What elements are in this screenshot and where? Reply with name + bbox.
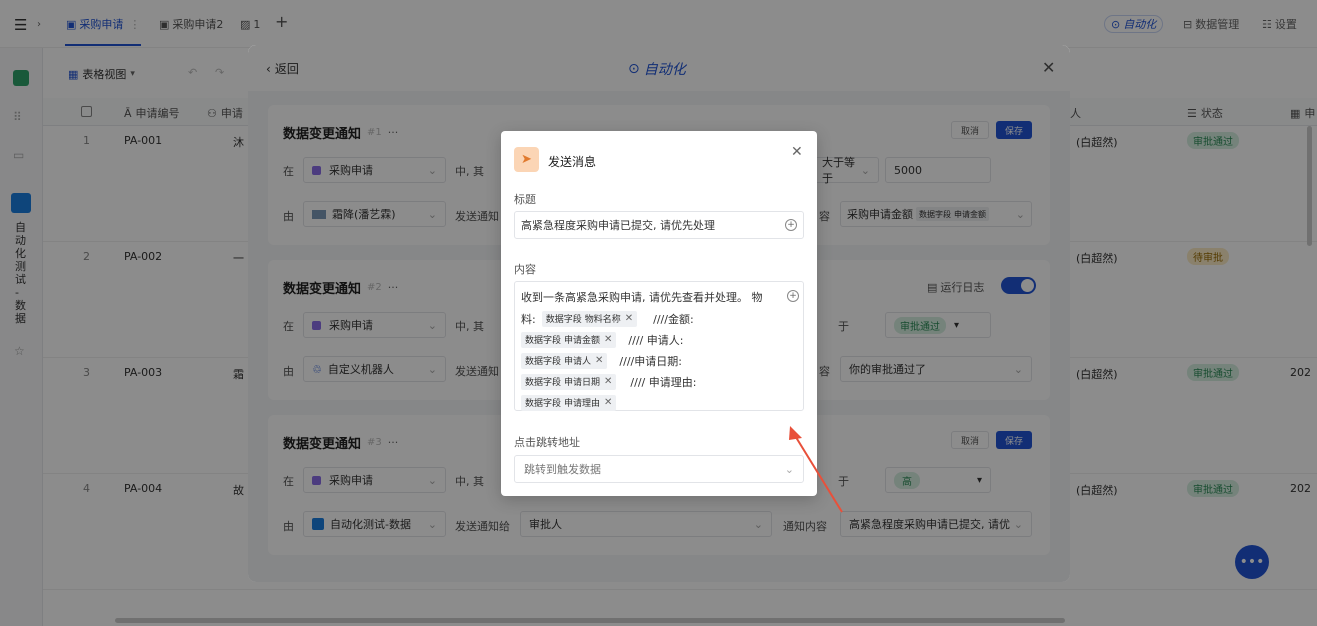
field-chip[interactable]: 数据字段 申请金额 ✕ xyxy=(521,331,617,348)
content-line: 数据字段 申请金额 ✕ //// 申请人: xyxy=(521,329,797,350)
remove-icon[interactable]: ✕ xyxy=(604,334,612,345)
add-field-icon[interactable]: + xyxy=(785,219,797,231)
remove-icon[interactable]: ✕ xyxy=(595,355,603,366)
content-line: 数据字段 申请人 ✕ ////申请日期: xyxy=(521,350,797,371)
subject-input[interactable]: 高紧急程度采购申请已提交, 请优先处理 + xyxy=(514,211,804,239)
content-line: 料: 数据字段 物料名称 ✕ ////金额: xyxy=(521,310,694,327)
add-field-icon[interactable]: + xyxy=(787,290,799,302)
arrow-head xyxy=(789,426,802,440)
field-chip[interactable]: 数据字段 申请人 ✕ xyxy=(521,352,608,369)
content-line: 数据字段 申请日期 ✕ //// 申请理由: xyxy=(521,371,797,392)
send-icon: ➤ xyxy=(514,147,539,172)
send-message-dialog: ➤ 发送消息 ✕ 标题 高紧急程度采购申请已提交, 请优先处理 + 内容 + 收… xyxy=(501,131,817,496)
url-select[interactable]: 跳转到触发数据 ⌄ xyxy=(514,455,804,483)
content-label: 内容 xyxy=(514,263,536,276)
remove-icon[interactable]: ✕ xyxy=(625,313,633,324)
field-chip[interactable]: 数据字段 申请日期 ✕ xyxy=(521,373,617,390)
dialog-title: 发送消息 xyxy=(548,155,597,169)
subject-label: 标题 xyxy=(514,193,536,206)
arrow-line xyxy=(793,433,843,513)
content-line: 数据字段 申请理由 ✕ xyxy=(521,392,797,413)
content-textarea[interactable]: + 收到一条高紧急采购申请, 请优先查看并处理。 物 料: 数据字段 物料名称 ✕ … xyxy=(514,281,804,411)
remove-icon[interactable]: ✕ xyxy=(604,376,612,387)
field-chip[interactable]: 数据字段 申请理由 ✕ xyxy=(521,394,617,411)
remove-icon[interactable]: ✕ xyxy=(604,397,612,408)
close-icon[interactable]: ✕ xyxy=(791,144,803,160)
url-label: 点击跳转地址 xyxy=(514,436,580,449)
annotation-arrow xyxy=(789,426,843,513)
content-text: 收到一条高紧急采购申请, 请优先查看并处理。 物 xyxy=(521,291,763,304)
field-chip[interactable]: 数据字段 物料名称 ✕ xyxy=(541,310,638,327)
